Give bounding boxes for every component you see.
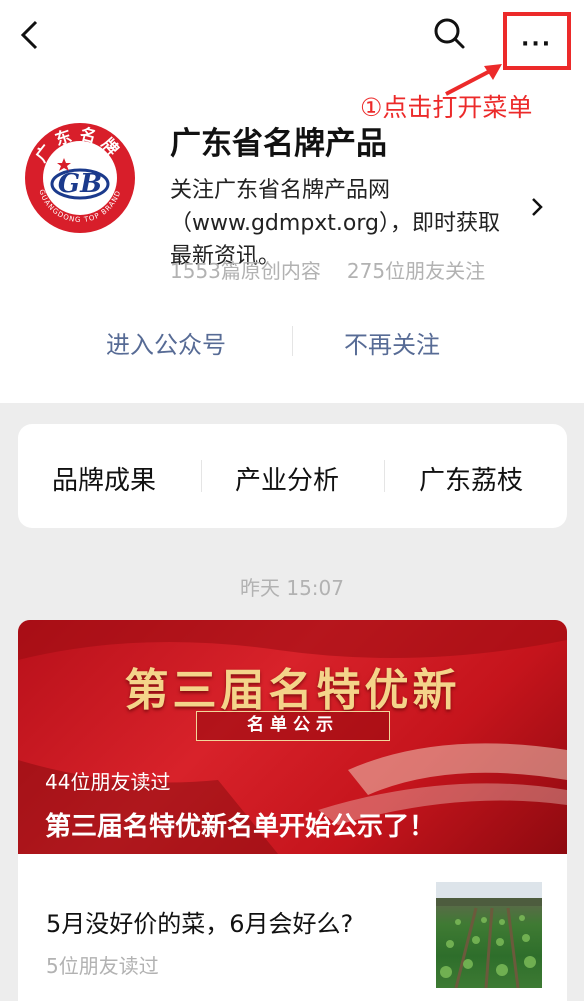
menu-item-guangdong-lychee[interactable]: 广东荔枝 — [419, 460, 523, 497]
menu-item-industry-analysis[interactable]: 产业分析 — [235, 460, 339, 497]
enter-account-button[interactable]: 进入公众号 — [106, 325, 226, 360]
account-menu: 品牌成果 产业分析 广东荔枝 — [18, 424, 567, 528]
menu-divider — [384, 460, 385, 492]
article-thumbnail[interactable] — [436, 882, 542, 988]
menu-divider — [201, 460, 202, 492]
article-readers: 5位朋友读过 — [46, 954, 159, 978]
articles-count: 1553篇原创内容 — [170, 259, 321, 283]
account-stats: 1553篇原创内容 275位朋友关注 — [170, 255, 485, 284]
featured-readers: 44位朋友读过 — [45, 770, 171, 794]
banner-subtitle: 名单公示 — [196, 711, 390, 741]
article-card: 第三届名特优新 名单公示 44位朋友读过 第三届名特优新名单开始公示了！ 5月没… — [18, 620, 567, 1001]
account-name: 广东省名牌产品 — [170, 126, 387, 162]
vegetable-field-image — [436, 882, 542, 988]
feed-timestamp: 昨天 15:07 — [240, 576, 344, 600]
account-logo: 广东名牌 GUANGDONG TOP BRAND GB — [25, 123, 135, 233]
unfollow-button[interactable]: 不再关注 — [344, 325, 440, 360]
more-dots-icon[interactable]: ··· — [521, 34, 552, 56]
more-menu-highlight[interactable]: ··· — [503, 12, 571, 70]
chevron-right-icon[interactable] — [530, 196, 544, 218]
menu-item-brand-results[interactable]: 品牌成果 — [52, 460, 156, 497]
action-divider — [292, 326, 293, 356]
featured-headline[interactable]: 第三届名特优新名单开始公示了！ — [45, 806, 435, 843]
banner-title: 第三届名特优新 — [124, 665, 461, 716]
article-title[interactable]: 5月没好价的菜，6月会好么? — [46, 904, 353, 939]
search-icon[interactable] — [430, 14, 470, 54]
followers-count: 275位朋友关注 — [346, 259, 486, 283]
logo-emblem: GB — [58, 169, 102, 199]
featured-article[interactable]: 第三届名特优新 名单公示 44位朋友读过 第三届名特优新名单开始公示了！ — [18, 620, 567, 854]
chevron-left-icon[interactable] — [16, 16, 50, 54]
